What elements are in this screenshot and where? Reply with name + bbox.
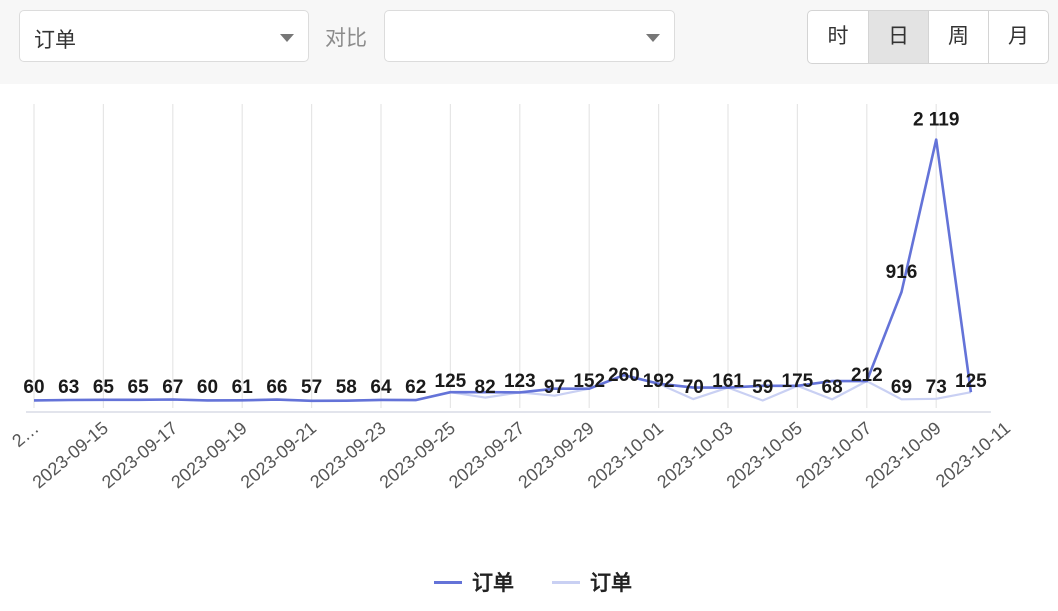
x-tick-label: 2023-09-15 — [29, 418, 112, 493]
granularity-day-button[interactable]: 日 — [868, 11, 928, 63]
toolbar: 订单 对比 时 日 周 月 — [0, 0, 1058, 84]
x-tick-label: 2023-09-17 — [98, 418, 181, 493]
data-label: 125 — [955, 371, 987, 392]
x-tick-label: 2023-09-21 — [237, 418, 320, 493]
data-label: 65 — [93, 377, 115, 398]
data-label: 68 — [822, 377, 843, 398]
data-label: 125 — [435, 371, 467, 392]
legend-swatch — [552, 580, 580, 584]
legend-swatch — [434, 580, 462, 584]
x-tick-label: 2023-10-09 — [861, 418, 944, 493]
data-label: 192 — [643, 371, 675, 392]
x-tick-label: 2023-09-27 — [445, 418, 528, 493]
legend-item-compare[interactable]: 订单 — [552, 567, 632, 597]
x-tick-label: 2… — [8, 418, 42, 451]
data-label: 73 — [926, 377, 947, 398]
data-label: 69 — [891, 377, 912, 398]
x-tick-label: 2023-10-07 — [792, 418, 875, 493]
x-tick-label: 2023-10-03 — [653, 418, 736, 493]
data-label: 65 — [128, 377, 150, 398]
data-label: 62 — [405, 377, 426, 398]
data-label: 67 — [162, 377, 183, 398]
line-chart: 60 63 65 65 67 60 61 66 57 58 64 62 125 82 123 97 152 260… — [8, 104, 1014, 493]
data-label: 123 — [504, 371, 536, 392]
data-label: 161 — [712, 371, 744, 392]
compare-label: 对比 — [325, 27, 367, 50]
data-label: 175 — [782, 371, 814, 392]
chevron-down-icon — [280, 34, 294, 42]
x-tick-label: 2023-09-29 — [514, 418, 597, 493]
granularity-month-button[interactable]: 月 — [988, 11, 1048, 63]
data-label: 212 — [851, 365, 883, 386]
data-label: 70 — [683, 377, 704, 398]
data-label: 58 — [336, 377, 357, 398]
x-tick-label: 2023-09-23 — [306, 418, 389, 493]
granularity-hour-button[interactable]: 时 — [808, 11, 868, 63]
data-label: 97 — [544, 377, 565, 398]
x-tick-label: 2023-09-19 — [167, 418, 250, 493]
legend-item-primary[interactable]: 订单 — [434, 567, 514, 597]
granularity-week-button[interactable]: 周 — [928, 11, 988, 63]
data-label: 260 — [608, 365, 640, 386]
x-tick-label: 2023-09-25 — [376, 418, 459, 493]
x-tick-label: 2023-10-05 — [723, 418, 806, 493]
data-label: 57 — [301, 377, 322, 398]
chevron-down-icon — [646, 34, 660, 42]
data-label: 60 — [197, 377, 218, 398]
data-label: 152 — [573, 371, 605, 392]
data-label: 60 — [23, 377, 44, 398]
metric-select-value: 订单 — [34, 29, 76, 52]
compare-select[interactable] — [384, 10, 675, 62]
x-tick-label: 2023-10-11 — [932, 418, 1014, 492]
legend-label: 订单 — [590, 572, 632, 595]
data-label: 64 — [370, 377, 392, 398]
x-tick-label: 2023-10-01 — [584, 418, 667, 493]
legend-label: 订单 — [472, 572, 514, 595]
data-label: 916 — [886, 262, 918, 283]
data-label: 59 — [752, 377, 773, 398]
data-label: 61 — [232, 377, 254, 398]
data-label: 63 — [58, 377, 79, 398]
series-line-primary — [33, 138, 973, 403]
metric-select[interactable]: 订单 — [19, 10, 309, 62]
data-label: 82 — [475, 377, 496, 398]
data-label: 2 119 — [913, 110, 960, 131]
granularity-toggle: 时 日 周 月 — [807, 10, 1049, 64]
data-label: 66 — [266, 377, 287, 398]
